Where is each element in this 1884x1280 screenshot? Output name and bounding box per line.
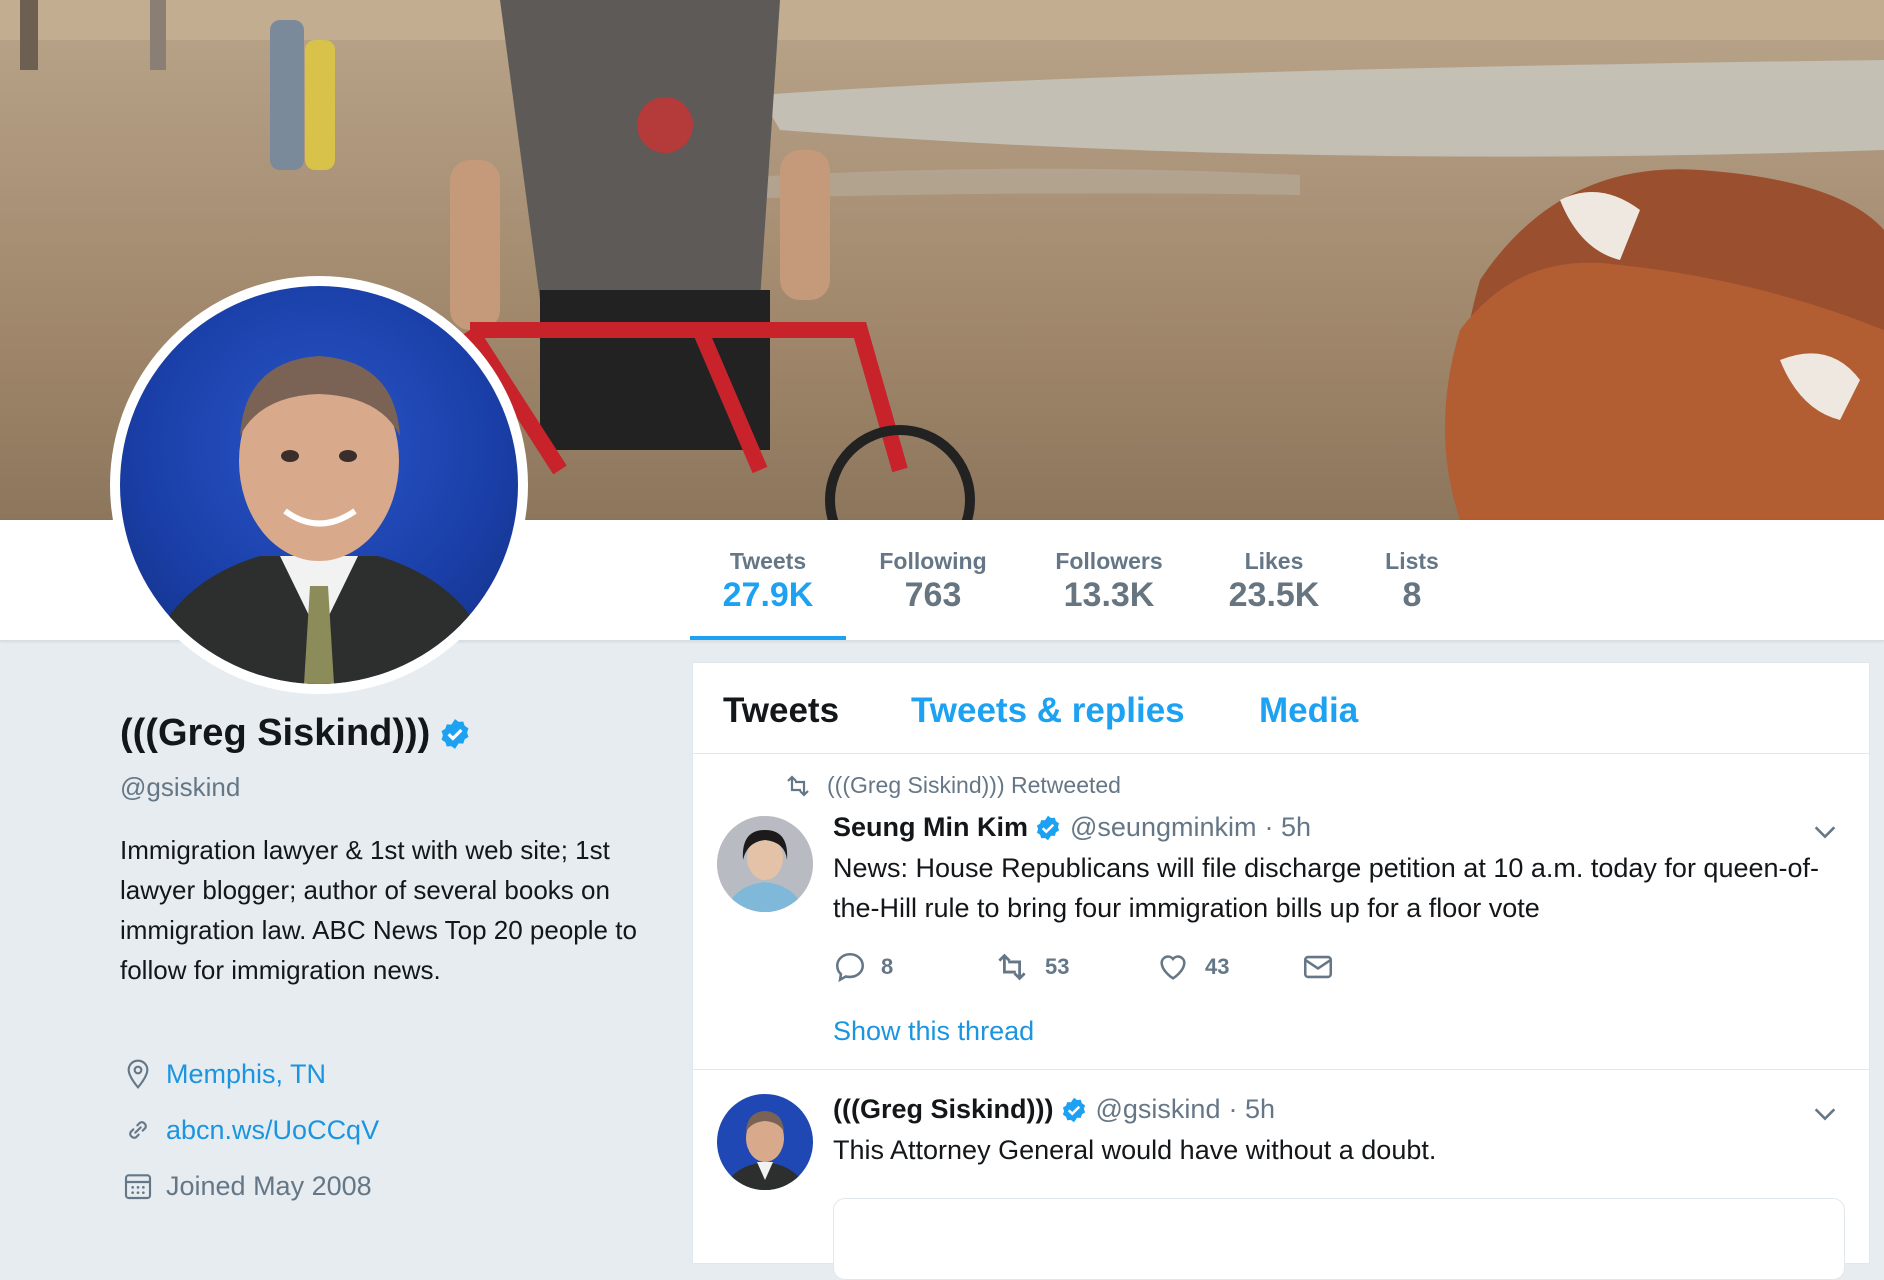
profile-avatar[interactable] [110,276,528,694]
tweet-header: (((Greg Siskind))) @gsiskind · 5h [833,1094,1275,1125]
stat-following-label: Following [879,548,987,574]
tab-tweets[interactable]: Tweets [723,691,839,731]
joined-date: Joined May 2008 [166,1170,372,1201]
retweet-icon [787,774,809,797]
retweet-context: (((Greg Siskind))) Retweeted [783,772,1121,799]
stat-followers-label: Followers [1055,548,1163,574]
stat-lists-label: Lists [1385,548,1439,574]
tweet-item[interactable]: (((Greg Siskind))) @gsiskind · 5h This A… [693,1070,1869,1280]
tweet-time[interactable]: · 5h [1264,812,1311,843]
like-count: 43 [1205,954,1230,979]
stat-following-value: 763 [904,576,962,614]
retweet-count: 53 [1045,954,1070,979]
calendar-icon [124,1174,152,1200]
stat-tweets[interactable]: Tweets 27.9K [690,520,846,640]
direct-message-button[interactable] [1301,950,1349,984]
tweet-time[interactable]: · 5h [1228,1094,1275,1125]
stat-likes[interactable]: Likes 23.5K [1214,520,1334,640]
like-icon [1160,955,1186,980]
stat-tweets-value: 27.9K [722,576,814,614]
stat-likes-label: Likes [1244,548,1304,574]
stat-followers-value: 13.3K [1063,576,1155,614]
link-icon [129,1121,147,1139]
active-tab-indicator [690,636,846,640]
tweet-item[interactable]: (((Greg Siskind))) Retweeted Seung Min K… [693,754,1869,1070]
profile-name[interactable]: (((Greg Siskind))) [120,712,472,755]
like-button[interactable]: 43 [1155,950,1301,984]
stat-following[interactable]: Following 763 [866,520,1000,640]
tab-media[interactable]: Media [1259,691,1358,731]
profile-joined: Joined May 2008 [122,1170,372,1202]
profile-name-text: (((Greg Siskind))) [120,712,431,754]
stat-lists-value: 8 [1402,576,1422,614]
tweet-actions: 8 53 43 [833,950,1349,984]
tweet-author-handle[interactable]: @gsiskind [1096,1094,1221,1125]
tweet-text: News: House Republicans will file discha… [833,853,1820,923]
profile-bio: Immigration lawyer & 1st with web site; … [120,835,637,985]
chevron-down-icon[interactable] [1811,818,1839,846]
reply-button[interactable]: 8 [833,950,993,984]
tweet-author-name[interactable]: Seung Min Kim [833,812,1028,843]
verified-icon [1062,1097,1085,1122]
show-thread-link[interactable]: Show this thread [833,1016,1034,1047]
profile-website: abcn.ws/UoCCqV [122,1114,379,1146]
verified-icon [441,718,469,749]
stat-followers[interactable]: Followers 13.3K [1040,520,1178,640]
verified-icon [1036,815,1060,840]
retweet-button[interactable]: 53 [993,952,1155,982]
chevron-down-icon[interactable] [1811,1100,1839,1128]
avatar[interactable] [717,816,813,912]
tweet-author-name[interactable]: (((Greg Siskind))) [833,1094,1054,1125]
stat-lists[interactable]: Lists 8 [1370,520,1454,640]
timeline: Tweets Tweets & replies Media (((Greg Si… [692,662,1870,1280]
timeline-tabs: Tweets Tweets & replies Media [693,663,1869,754]
location-icon [127,1059,149,1089]
retweet-context-text: (((Greg Siskind))) Retweeted [827,772,1121,798]
tab-tweets-replies[interactable]: Tweets & replies [911,691,1185,731]
profile-location: Memphis, TN [122,1058,326,1090]
reply-count: 8 [881,954,894,979]
profile-handle[interactable]: @gsiskind [120,772,240,803]
quoted-tweet-card[interactable] [833,1198,1845,1280]
location-link[interactable]: Memphis, TN [166,1059,326,1090]
stat-likes-value: 23.5K [1228,576,1320,614]
message-icon [1303,955,1333,979]
retweet-icon [998,953,1026,981]
reply-icon [835,952,865,983]
avatar[interactable] [717,1094,813,1190]
website-link[interactable]: abcn.ws/UoCCqV [166,1115,379,1146]
tweet-header: Seung Min Kim @seungminkim · 5h [833,812,1311,843]
stat-tweets-label: Tweets [729,548,807,574]
tweet-text: This Attorney General would have without… [833,1135,1437,1165]
tweet-author-handle[interactable]: @seungminkim [1070,812,1256,843]
